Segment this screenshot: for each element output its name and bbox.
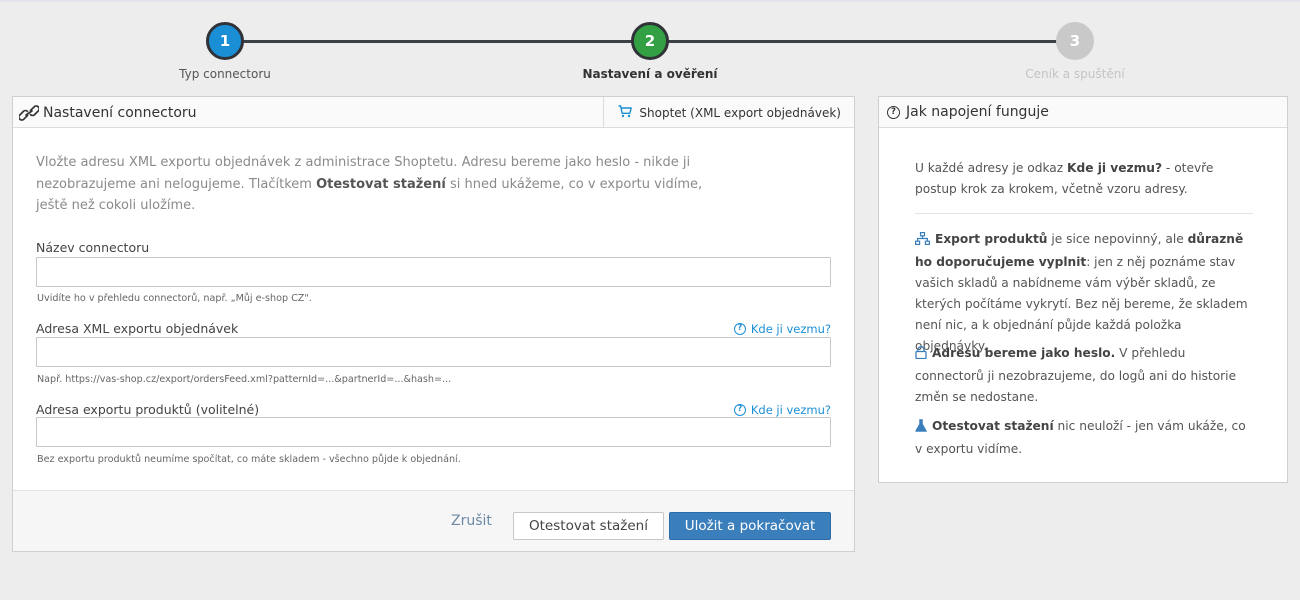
side-intro-part1: U každé adresy je odkaz xyxy=(915,161,1068,175)
side-intro-bold: Kde ji vezmu? xyxy=(1067,161,1163,175)
side-item-products-export: Export produktů je sice nepovinný, ale d… xyxy=(915,229,1255,357)
connector-name-label: Název connectoru xyxy=(36,240,150,255)
intro-text-bold: Otestovat stažení xyxy=(316,176,446,192)
help-side-panel: ? Jak napojení funguje U každé adresy je… xyxy=(878,96,1288,483)
connector-settings-panel: Nastavení connectoru Shoptet (XML export… xyxy=(12,96,855,552)
step-2-label: Nastavení a ověření xyxy=(582,67,718,81)
step-2-circle: 2 xyxy=(631,22,669,60)
step-3-circle: 3 xyxy=(1056,22,1094,60)
sitemap-icon xyxy=(915,231,930,252)
step-1-label[interactable]: Typ connectoru xyxy=(105,67,345,81)
intro-text: Vložte adresu XML exportu objednávek z a… xyxy=(36,152,736,217)
link-icon xyxy=(19,104,39,122)
products-export-help-link[interactable]: ? Kde ji vezmu? xyxy=(733,403,831,417)
side-item-products-bold1: Export produktů xyxy=(935,232,1048,246)
wizard-stepper: 1 2 3 Typ connectoru Nastavení a ověření… xyxy=(0,0,1300,95)
panel-title: Nastavení connectoru xyxy=(19,97,197,128)
side-item-test-bold: Otestovat stažení xyxy=(932,419,1054,433)
side-divider xyxy=(915,213,1253,214)
panel-footer: Zrušit Otestovat stažení Uložit a pokrač… xyxy=(13,490,854,551)
lock-icon xyxy=(915,345,927,366)
side-panel-title: Jak napojení funguje xyxy=(906,104,1049,120)
side-item-password-bold: Adresu bereme jako heslo. xyxy=(932,346,1116,360)
stepper-connector-1 xyxy=(225,40,650,43)
side-item-test: Otestovat stažení nic neuloží - jen vám … xyxy=(915,416,1255,460)
save-continue-button[interactable]: Uložit a pokračovat xyxy=(669,512,831,540)
connector-name-input[interactable] xyxy=(36,257,831,287)
step-3-label: Ceník a spuštění xyxy=(1025,67,1125,81)
test-download-button[interactable]: Otestovat stažení xyxy=(513,512,664,540)
side-item-products-text2: : jen z něj poznáme stav vašich skladů a… xyxy=(915,255,1248,353)
products-export-url-hint: Bez exportu produktů neumíme spočítat, c… xyxy=(37,454,461,465)
orders-xml-help-text[interactable]: Kde ji vezmu? xyxy=(751,322,831,336)
side-intro: U každé adresy je odkaz Kde ji vezmu? - … xyxy=(915,158,1255,200)
products-export-url-label: Adresa exportu produktů (volitelné) xyxy=(36,402,260,417)
flask-icon xyxy=(915,418,927,439)
source-type-label: Shoptet (XML export objednávek) xyxy=(639,105,841,120)
orders-xml-url-input[interactable] xyxy=(36,337,831,367)
connector-name-hint: Uvidíte ho v přehledu connectorů, např. … xyxy=(37,293,312,304)
orders-xml-url-hint: Např. https://vas-shop.cz/export/ordersF… xyxy=(37,374,452,385)
side-item-products-text1: je sice nepovinný, ale xyxy=(1047,232,1188,246)
stepper-connector-2 xyxy=(650,40,1075,43)
panel-header: Nastavení connectoru Shoptet (XML export… xyxy=(13,97,854,128)
orders-xml-help-link[interactable]: ? Kde ji vezmu? xyxy=(733,322,831,336)
question-circle-icon: ? xyxy=(733,323,746,335)
products-export-url-input[interactable] xyxy=(36,417,831,447)
side-item-password: Adresu bereme jako heslo. V přehledu con… xyxy=(915,343,1255,408)
cart-icon xyxy=(618,104,633,121)
source-type-tag: Shoptet (XML export objednávek) xyxy=(603,97,854,128)
products-export-help-text[interactable]: Kde ji vezmu? xyxy=(751,403,831,417)
step-1-circle[interactable]: 1 xyxy=(206,22,244,60)
question-circle-icon: ? xyxy=(733,404,746,416)
panel-title-text: Nastavení connectoru xyxy=(43,104,197,121)
orders-xml-url-label: Adresa XML exportu objednávek xyxy=(36,321,239,336)
cancel-button[interactable]: Zrušit xyxy=(451,513,492,529)
side-panel-header: ? Jak napojení funguje xyxy=(879,97,1287,128)
question-circle-icon: ? xyxy=(887,105,900,119)
